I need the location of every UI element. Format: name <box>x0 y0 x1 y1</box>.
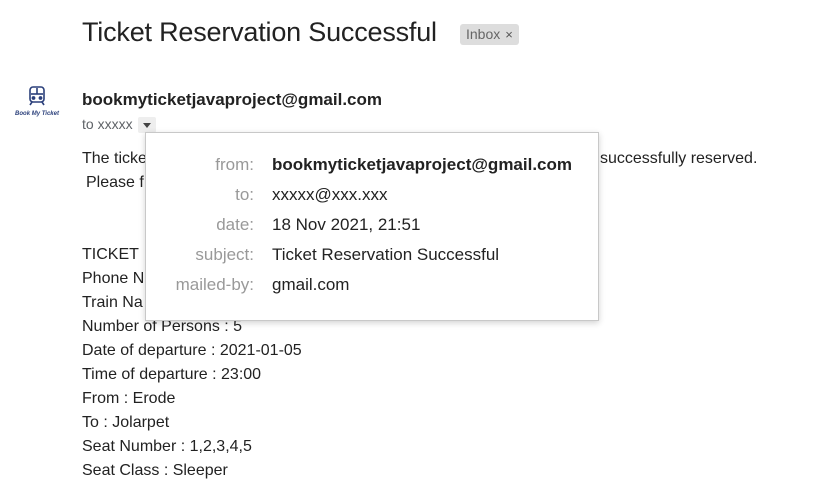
popup-value: gmail.com <box>272 275 350 294</box>
train-icon <box>29 86 45 106</box>
popup-value: Ticket Reservation Successful <box>272 245 500 264</box>
body-line-1-end: successfully reserved. <box>600 150 758 167</box>
popup-label: mailed-by: <box>175 275 254 294</box>
body-line-2: Please f <box>86 174 144 191</box>
ticket-detail-line: From : Erode <box>82 390 176 407</box>
inbox-label-text: Inbox <box>466 26 501 42</box>
ticket-detail-line: To : Jolarpet <box>82 414 170 431</box>
popup-row-subject: subject: Ticket Reservation Successful <box>146 245 600 269</box>
ticket-detail-line: Time of departure : 23:00 <box>82 366 262 383</box>
sender-email[interactable]: bookmyticketjavaproject@gmail.com <box>82 90 382 110</box>
recipient-line: to xxxxx <box>82 115 157 134</box>
popup-label: subject: <box>195 245 254 264</box>
message-details-popup: from: bookmyticketjavaproject@gmail.com … <box>145 132 599 321</box>
ticket-detail-line: Seat Number : 1,2,3,4,5 <box>82 438 252 455</box>
logo-text: Book My Ticket <box>15 111 60 117</box>
popup-value: bookmyticketjavaproject@gmail.com <box>272 155 573 174</box>
email-subject: Ticket Reservation Successful <box>82 17 437 47</box>
popup-row-date: date: 18 Nov 2021, 21:51 <box>146 215 600 239</box>
ticket-detail-line: Train Na <box>82 294 143 311</box>
body-line-1-start: The ticke <box>82 150 147 167</box>
popup-value: 18 Nov 2021, 21:51 <box>272 215 421 234</box>
remove-label-icon[interactable]: × <box>505 27 513 42</box>
popup-value: xxxxx@xxx.xxx <box>272 185 388 204</box>
ticket-detail-line: Phone N <box>82 270 145 287</box>
ticket-detail-line: Date of departure : 2021-01-05 <box>82 342 302 359</box>
recipient-text: to xxxxx <box>82 116 133 132</box>
popup-row-from: from: bookmyticketjavaproject@gmail.com <box>146 155 600 179</box>
inbox-label-chip[interactable]: Inbox × <box>460 24 519 45</box>
popup-label: from: <box>215 155 254 174</box>
popup-row-to: to: xxxxx@xxx.xxx <box>146 185 600 209</box>
popup-label: to: <box>235 185 254 204</box>
popup-row-mailed-by: mailed-by: gmail.com <box>146 275 600 299</box>
ticket-detail-line: Seat Class : Sleeper <box>82 462 228 479</box>
show-details-dropdown-icon[interactable] <box>138 117 157 134</box>
popup-label: date: <box>216 215 254 234</box>
ticket-detail-line: TICKET <box>82 246 139 263</box>
sender-avatar: Book My Ticket <box>11 86 63 118</box>
